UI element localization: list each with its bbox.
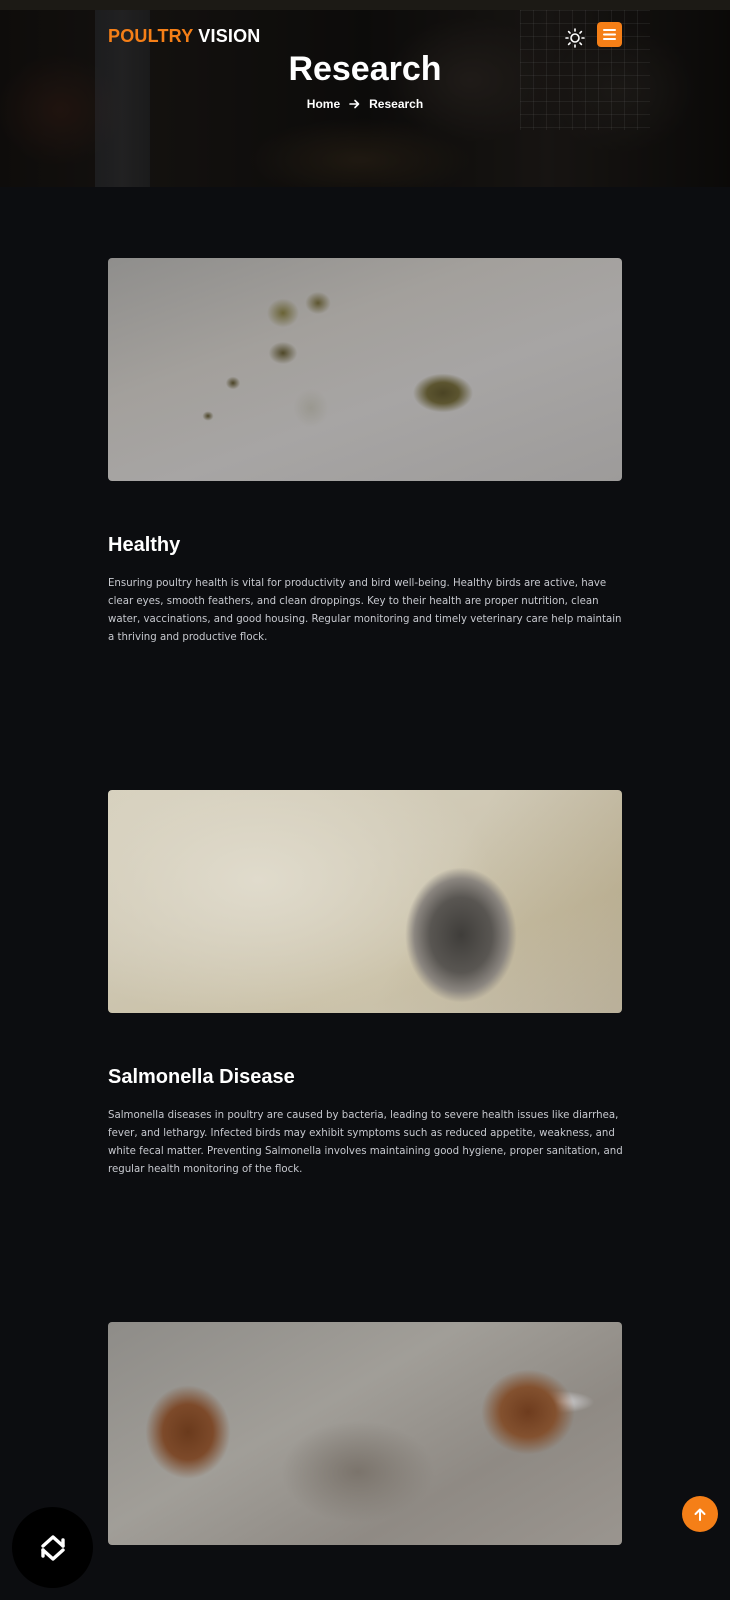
refresh-button[interactable]	[12, 1507, 93, 1588]
article-body: Salmonella diseases in poultry are cause…	[108, 1110, 623, 1175]
article-image	[108, 1322, 622, 1545]
arrow-right-icon	[349, 99, 360, 109]
article-title: Healthy	[108, 534, 181, 556]
article-image	[108, 790, 622, 1013]
breadcrumb-home-link[interactable]: Home	[307, 97, 340, 111]
hamburger-menu-icon	[603, 29, 616, 40]
logo-text-secondary: VISION	[198, 26, 261, 46]
top-strip	[0, 0, 730, 10]
article-image	[108, 258, 622, 481]
page-title: Research	[288, 50, 442, 88]
logo-text-primary: POULTRY	[108, 26, 194, 46]
breadcrumb-current: Research	[369, 97, 424, 111]
sun-icon	[565, 28, 585, 48]
arrow-up-icon	[694, 1508, 706, 1521]
theme-toggle-button[interactable]	[562, 25, 588, 51]
scroll-to-top-button[interactable]	[682, 1496, 718, 1532]
breadcrumb: Home Research	[0, 97, 730, 111]
menu-button[interactable]	[597, 22, 622, 47]
site-logo[interactable]: POULTRY VISION	[108, 26, 261, 47]
article-body: Ensuring poultry health is vital for pro…	[108, 578, 622, 643]
refresh-icon	[40, 1534, 65, 1561]
article-title: Salmonella Disease	[108, 1066, 295, 1088]
